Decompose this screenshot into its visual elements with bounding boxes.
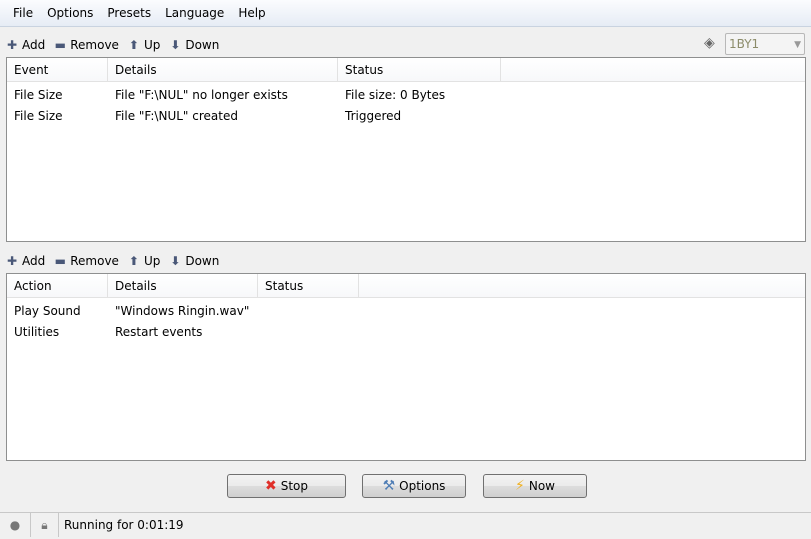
down-label: Down <box>185 38 220 52</box>
cell-details: File "F:\NUL" created <box>115 108 238 123</box>
events-header: Event Details Status <box>7 58 805 82</box>
events-list[interactable]: Event Details Status File Size File "F:\N… <box>6 57 806 242</box>
tools-icon: ⚒ <box>382 478 396 494</box>
events-toolbar: ✚ Add ▬ Remove ⬆ Up ⬇ Down <box>6 33 219 57</box>
add-label: Add <box>22 38 46 52</box>
table-row[interactable]: File Size File "F:\NUL" no longer exists F… <box>7 84 805 105</box>
lock-icon: 🔒︎ <box>31 513 59 537</box>
status-bar: ● 🔒︎ Running for 0:01:19 <box>0 512 811 537</box>
preset-value: 1BY1 <box>729 37 760 51</box>
table-row[interactable]: Utilities Restart events <box>7 321 805 342</box>
column-details[interactable]: Details <box>108 58 338 81</box>
arrow-up-icon: ⬆ <box>128 38 139 52</box>
actions-toolbar: ✚ Add ▬ Remove ⬆ Up ⬇ Down <box>6 249 219 273</box>
up-label: Up <box>143 254 161 268</box>
menu-help[interactable]: Help <box>231 6 272 20</box>
down-action-button[interactable]: ⬇ Down <box>169 254 219 268</box>
remove-action-button[interactable]: ▬ Remove <box>54 254 119 268</box>
up-action-button[interactable]: ⬆ Up <box>128 254 160 268</box>
cell-details: "Windows Ringin.wav" <box>115 303 250 318</box>
add-action-button[interactable]: ✚ Add <box>6 254 45 268</box>
menu-options[interactable]: Options <box>40 6 100 20</box>
stop-button[interactable]: ✖ Stop <box>227 474 346 498</box>
remove-event-button[interactable]: ▬ Remove <box>54 38 119 52</box>
plus-icon: ✚ <box>6 38 18 52</box>
add-label: Add <box>22 254 46 268</box>
plus-icon: ✚ <box>6 254 18 268</box>
arrow-down-icon: ⬇ <box>170 38 181 52</box>
preset-combo[interactable]: 1BY1 ▼ <box>725 33 805 55</box>
cell-details: File "F:\NUL" no longer exists <box>115 87 288 102</box>
now-button[interactable]: ⚡ Now <box>483 474 587 498</box>
column-status[interactable]: Status <box>338 58 501 81</box>
cell-details: Restart events <box>115 324 203 339</box>
column-event[interactable]: Event <box>7 58 108 81</box>
cell-status: File size: 0 Bytes <box>345 87 446 102</box>
add-event-button[interactable]: ✚ Add <box>6 38 45 52</box>
cell-event: File Size <box>14 108 63 123</box>
up-label: Up <box>143 38 161 52</box>
lightning-icon: ⚡ <box>515 478 525 494</box>
actions-list[interactable]: Action Details Status Play Sound "Windows… <box>6 273 806 461</box>
minus-icon: ▬ <box>54 38 66 52</box>
status-text: Running for 0:01:19 <box>64 518 184 532</box>
down-event-button[interactable]: ⬇ Down <box>169 38 219 52</box>
menu-presets[interactable]: Presets <box>100 6 158 20</box>
table-row[interactable]: File Size File "F:\NUL" created Triggered <box>7 105 805 126</box>
down-label: Down <box>185 254 220 268</box>
cell-action: Utilities <box>14 324 60 339</box>
menu-language[interactable]: Language <box>158 6 231 20</box>
up-event-button[interactable]: ⬆ Up <box>128 38 160 52</box>
column-action[interactable]: Action <box>7 274 108 297</box>
chevron-down-icon: ▼ <box>794 40 801 50</box>
table-row[interactable]: Play Sound "Windows Ringin.wav" <box>7 300 805 321</box>
remove-label: Remove <box>70 254 119 268</box>
menu-file[interactable]: File <box>6 6 40 20</box>
preset-diamond-icon: ◈ <box>704 35 715 51</box>
remove-label: Remove <box>70 38 119 52</box>
minus-icon: ▬ <box>54 254 66 268</box>
now-label: Now <box>528 479 555 493</box>
arrow-up-icon: ⬆ <box>128 254 139 268</box>
menu-bar: File Options Presets Language Help <box>0 0 811 27</box>
column-details[interactable]: Details <box>108 274 258 297</box>
arrow-down-icon: ⬇ <box>170 254 181 268</box>
cell-event: File Size <box>14 87 63 102</box>
red-x-icon: ✖ <box>264 478 277 494</box>
cell-action: Play Sound <box>14 303 81 318</box>
cell-status: Triggered <box>345 108 402 123</box>
stop-label: Stop <box>280 479 308 493</box>
options-label: Options <box>399 479 446 493</box>
globe-icon: ● <box>0 513 31 537</box>
options-button[interactable]: ⚒ Options <box>362 474 466 498</box>
actions-header: Action Details Status <box>7 274 805 298</box>
column-status[interactable]: Status <box>258 274 359 297</box>
